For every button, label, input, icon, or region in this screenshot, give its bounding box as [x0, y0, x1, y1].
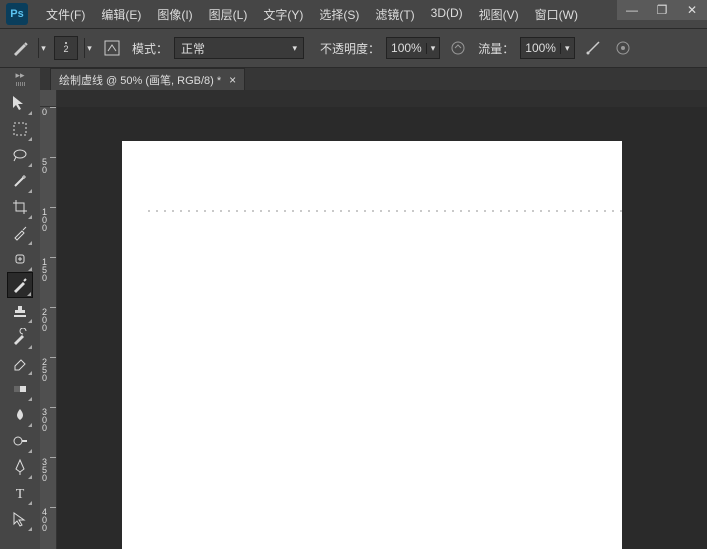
mode-select[interactable]: 正常 ▾ [174, 37, 304, 59]
brush-panel-icon[interactable] [100, 36, 124, 60]
path-select-tool[interactable] [7, 506, 33, 532]
dotted-line-drawing [148, 210, 596, 211]
svg-text:T: T [16, 487, 25, 502]
canvas-area: 050100150200250300350400450 [40, 107, 707, 549]
menu-select[interactable]: 选择(S) [311, 2, 367, 27]
stamp-tool[interactable] [7, 298, 33, 324]
flow-input[interactable]: 100% ▾ [520, 37, 574, 59]
menu-image[interactable]: 图像(I) [149, 2, 200, 27]
tool-preset-dropdown[interactable]: ▾ [38, 38, 48, 58]
menu-window[interactable]: 窗口(W) [527, 2, 586, 27]
canvas-background[interactable] [57, 107, 707, 549]
menu-view[interactable]: 视图(V) [471, 2, 527, 27]
history-brush-tool[interactable] [7, 324, 33, 350]
maximize-button[interactable]: ❐ [647, 0, 677, 20]
canvas[interactable] [122, 141, 622, 549]
ruler-corner [40, 90, 57, 107]
mode-value: 正常 [181, 40, 205, 57]
eraser-tool[interactable] [7, 350, 33, 376]
flow-value: 100% [525, 41, 556, 55]
eyedropper-tool[interactable] [7, 220, 33, 246]
blur-tool[interactable] [7, 402, 33, 428]
options-bar: ▾ 2 ▾ 模式： 正常 ▾ 不透明度： 100% ▾ 流量： 100% ▾ [0, 29, 707, 68]
crop-tool[interactable] [7, 194, 33, 220]
pressure-opacity-icon[interactable] [446, 36, 470, 60]
opacity-value: 100% [391, 41, 422, 55]
app-logo: Ps [6, 3, 28, 25]
wand-tool[interactable] [7, 168, 33, 194]
minimize-button[interactable]: — [617, 0, 647, 20]
close-icon[interactable]: × [229, 73, 236, 87]
menubar: Ps 文件(F) 编辑(E) 图像(I) 图层(L) 文字(Y) 选择(S) 滤… [0, 0, 707, 28]
lasso-tool[interactable] [7, 142, 33, 168]
document-tab[interactable]: 绘制虚线 @ 50% (画笔, RGB/8) * × [50, 68, 245, 90]
toolbox-handle[interactable] [5, 82, 35, 88]
marquee-tool[interactable] [7, 116, 33, 142]
chevron-down-icon: ▾ [292, 43, 297, 54]
healing-tool[interactable] [7, 246, 33, 272]
ruler-row: 050100150200250300350400450500550600650 [40, 90, 707, 107]
brush-tool[interactable] [7, 272, 33, 298]
mode-label: 模式： [132, 40, 168, 57]
menu-3d[interactable]: 3D(D) [423, 2, 471, 27]
menu-filter[interactable]: 滤镜(T) [367, 2, 422, 27]
opacity-input[interactable]: 100% ▾ [386, 37, 440, 59]
menu-edit[interactable]: 编辑(E) [93, 2, 149, 27]
flow-label: 流量： [478, 40, 514, 57]
gradient-tool[interactable] [7, 376, 33, 402]
brush-size-picker[interactable]: 2 [54, 36, 78, 60]
pressure-size-icon[interactable] [611, 36, 635, 60]
brush-size-value: 2 [63, 45, 68, 54]
document-tab-title: 绘制虚线 @ 50% (画笔, RGB/8) * [59, 72, 221, 88]
brush-size-dropdown[interactable]: ▾ [84, 38, 94, 58]
document-tab-bar: 绘制虚线 @ 50% (画笔, RGB/8) * × [40, 68, 707, 90]
close-button[interactable]: ✕ [677, 0, 707, 20]
opacity-label: 不透明度： [320, 40, 380, 57]
move-tool[interactable] [7, 90, 33, 116]
tool-preset-icon[interactable] [8, 36, 32, 60]
menu-items: 文件(F) 编辑(E) 图像(I) 图层(L) 文字(Y) 选择(S) 滤镜(T… [38, 2, 586, 27]
menu-layer[interactable]: 图层(L) [201, 2, 256, 27]
workspace: 绘制虚线 @ 50% (画笔, RGB/8) * × 0501001502002… [40, 68, 707, 549]
pen-tool[interactable] [7, 454, 33, 480]
vertical-ruler[interactable]: 050100150200250300350400450 [40, 107, 57, 549]
airbrush-icon[interactable] [581, 36, 605, 60]
chevron-down-icon: ▾ [426, 43, 436, 54]
menu-file[interactable]: 文件(F) [38, 2, 93, 27]
type-tool[interactable]: T [7, 480, 33, 506]
menu-type[interactable]: 文字(Y) [255, 2, 311, 27]
chevron-down-icon: ▾ [560, 43, 570, 54]
window-controls: — ❐ ✕ [617, 0, 707, 20]
toolbox-expand[interactable]: ▸▸ [13, 70, 27, 80]
toolbox: ▸▸ T [0, 68, 40, 549]
main-area: ▸▸ T 绘制虚线 @ 50% (画笔, RGB/8) * × 05010015… [0, 68, 707, 549]
dodge-tool[interactable] [7, 428, 33, 454]
